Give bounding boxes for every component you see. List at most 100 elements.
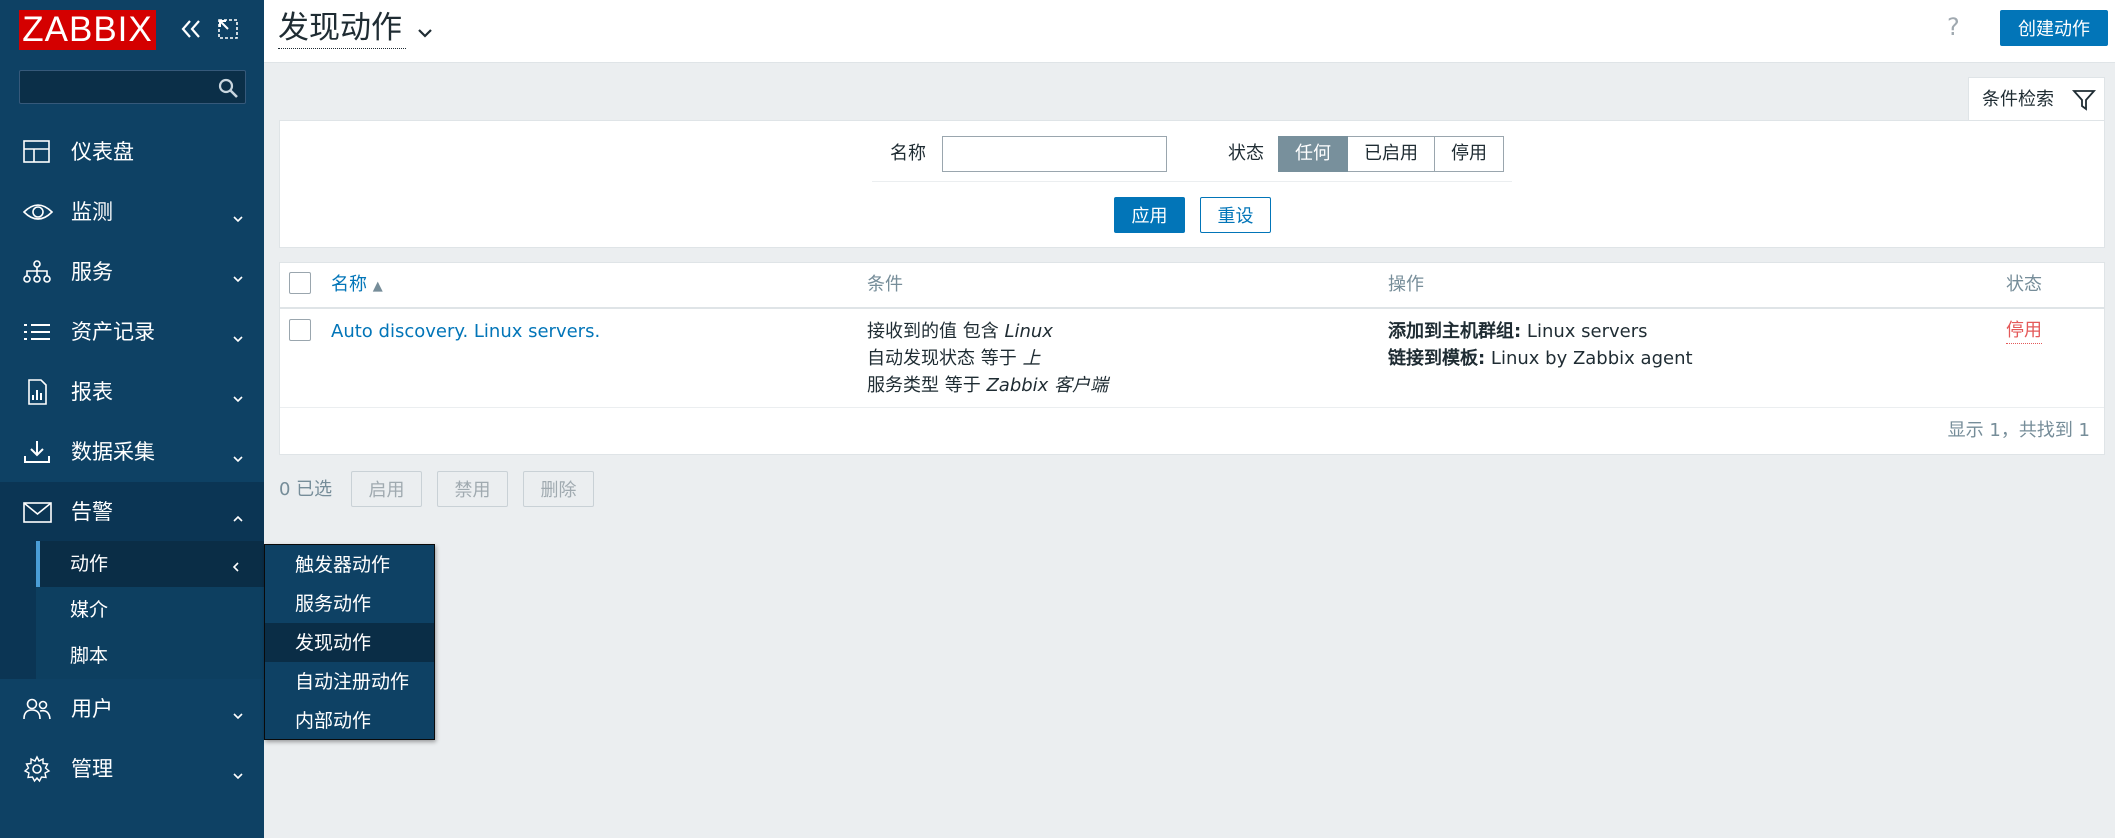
zabbix-logo[interactable]: ZABBIX: [19, 10, 156, 50]
filter-tab[interactable]: 条件检索: [1968, 77, 2105, 121]
header-divider: [280, 307, 2104, 309]
name-label: 名称: [890, 143, 926, 164]
sidebar-item-label: 告警: [71, 500, 113, 524]
chevron-up-icon: [231, 506, 245, 522]
flyout-item-autoregistration-actions[interactable]: 自动注册动作: [265, 662, 434, 701]
sidebar-item-monitoring[interactable]: 监测: [0, 182, 264, 242]
services-icon: [22, 258, 52, 286]
status-option-any[interactable]: 任何: [1278, 136, 1348, 172]
column-header-status: 状态: [2006, 274, 2042, 295]
sidebar-item-label: 报表: [71, 380, 113, 404]
reset-button[interactable]: 重设: [1200, 197, 1271, 233]
sidebar-item-alerts[interactable]: 告警: [0, 482, 264, 542]
submenu-item-label: 媒介: [70, 599, 109, 621]
download-icon: [22, 438, 52, 466]
column-header-conditions: 条件: [867, 274, 903, 295]
filter-tab-label: 条件检索: [1982, 89, 2054, 110]
delete-button[interactable]: 删除: [523, 471, 594, 507]
envelope-icon: [22, 498, 52, 526]
flyout-item-label: 触发器动作: [295, 554, 391, 576]
submenu-item-scripts[interactable]: 脚本: [36, 633, 264, 679]
enable-button[interactable]: 启用: [351, 471, 422, 507]
flyout-item-internal-actions[interactable]: 内部动作: [265, 701, 434, 740]
eye-icon: [22, 198, 54, 226]
sidebar: ZABBIX 仪表盘 监测 服务 资产记录 报表 数据采集 告警 动作 媒介 脚…: [0, 0, 264, 838]
help-icon[interactable]: ?: [1947, 13, 1960, 41]
page-title[interactable]: 发现动作: [278, 8, 406, 49]
status-segmented-control: 任何 已启用 停用: [1278, 136, 1504, 172]
condition-line: 自动发现状态 等于 上: [867, 348, 1041, 369]
sidebar-item-inventory[interactable]: 资产记录: [0, 302, 264, 362]
sidebar-item-label: 资产记录: [71, 320, 155, 344]
chevron-down-icon: [231, 703, 245, 720]
create-action-button[interactable]: 创建动作: [2000, 10, 2108, 46]
selected-count: 0 已选: [279, 479, 333, 500]
flyout-item-label: 服务动作: [295, 593, 372, 615]
sidebar-item-label: 用户: [71, 697, 113, 721]
sort-ascending-icon: ▲: [372, 279, 383, 294]
apply-button[interactable]: 应用: [1114, 197, 1185, 233]
sidebar-item-label: 管理: [71, 757, 113, 781]
select-all-checkbox[interactable]: [289, 272, 311, 294]
operation-line: 链接到模板: Linux by Zabbix agent: [1388, 348, 1693, 369]
sidebar-item-users[interactable]: 用户: [0, 679, 264, 739]
alerts-submenu: 动作 媒介 脚本: [0, 541, 264, 679]
submenu-item-media[interactable]: 媒介: [36, 587, 264, 633]
status-label: 状态: [1228, 143, 1264, 164]
gear-icon: [22, 755, 52, 783]
sidebar-item-services[interactable]: 服务: [0, 242, 264, 302]
chevron-down-icon: [231, 266, 245, 283]
submenu-item-label: 脚本: [70, 645, 109, 667]
submenu-item-label: 动作: [70, 553, 109, 575]
dashboard-icon: [22, 138, 52, 166]
actions-flyout-menu: 触发器动作 服务动作 发现动作 自动注册动作 内部动作: [264, 544, 435, 740]
operation-line: 添加到主机群组: Linux servers: [1388, 321, 1648, 342]
users-icon: [22, 695, 52, 723]
paging-info: 显示 1，共找到 1: [1947, 420, 2090, 441]
row-divider: [280, 407, 2104, 408]
condition-line: 服务类型 等于 Zabbix 客户端: [867, 375, 1109, 396]
sidebar-item-administration[interactable]: 管理: [0, 739, 264, 799]
name-filter-input[interactable]: [942, 136, 1167, 172]
column-header-name[interactable]: 名称 ▲: [331, 272, 383, 300]
sidebar-item-label: 仪表盘: [71, 140, 134, 164]
sidebar-item-reports[interactable]: 报表: [0, 362, 264, 422]
chevron-down-icon: [231, 206, 245, 223]
actions-table: 名称 ▲ 条件 操作 状态 Auto discovery. Linux serv…: [279, 262, 2105, 455]
flyout-item-trigger-actions[interactable]: 触发器动作: [265, 545, 434, 584]
status-option-disabled[interactable]: 停用: [1435, 136, 1504, 172]
chevron-down-icon[interactable]: [416, 24, 434, 38]
sidebar-item-label: 服务: [71, 260, 113, 284]
chevron-down-icon: [231, 763, 245, 780]
sidebar-item-label: 监测: [71, 200, 113, 224]
filter-panel: 名称 状态 任何 已启用 停用 应用 重设: [279, 120, 2105, 248]
status-option-enabled[interactable]: 已启用: [1348, 136, 1435, 172]
flyout-item-label: 自动注册动作: [295, 671, 410, 693]
sidebar-item-dashboard[interactable]: 仪表盘: [0, 122, 264, 182]
chevron-down-icon: [231, 326, 245, 343]
flyout-item-label: 发现动作: [295, 632, 372, 654]
row-checkbox[interactable]: [289, 319, 311, 341]
submenu-item-actions[interactable]: 动作: [36, 541, 264, 587]
list-icon: [22, 318, 52, 346]
report-icon: [22, 378, 52, 406]
status-toggle-link[interactable]: 停用: [2006, 319, 2042, 344]
filter-icon: [2071, 88, 2097, 112]
kiosk-mode-icon[interactable]: [213, 14, 243, 44]
disable-button[interactable]: 禁用: [437, 471, 508, 507]
column-header-label: 名称: [331, 274, 367, 295]
flyout-item-service-actions[interactable]: 服务动作: [265, 584, 434, 623]
collapse-sidebar-icon[interactable]: [176, 14, 206, 44]
sidebar-item-label: 数据采集: [71, 440, 155, 464]
chevron-down-icon: [231, 386, 245, 403]
flyout-item-label: 内部动作: [295, 710, 372, 732]
page-header: 发现动作 ? 创建动作: [264, 0, 2115, 63]
condition-line: 接收到的值 包含 Linux: [867, 321, 1053, 342]
chevron-down-icon: [231, 446, 245, 463]
chevron-left-icon: [230, 557, 242, 579]
flyout-item-discovery-actions[interactable]: 发现动作: [265, 623, 434, 662]
search-icon[interactable]: [217, 77, 239, 99]
action-name-link[interactable]: Auto discovery. Linux servers.: [331, 318, 600, 345]
sidebar-item-data-collection[interactable]: 数据采集: [0, 422, 264, 482]
sidebar-search-input[interactable]: [19, 70, 246, 104]
